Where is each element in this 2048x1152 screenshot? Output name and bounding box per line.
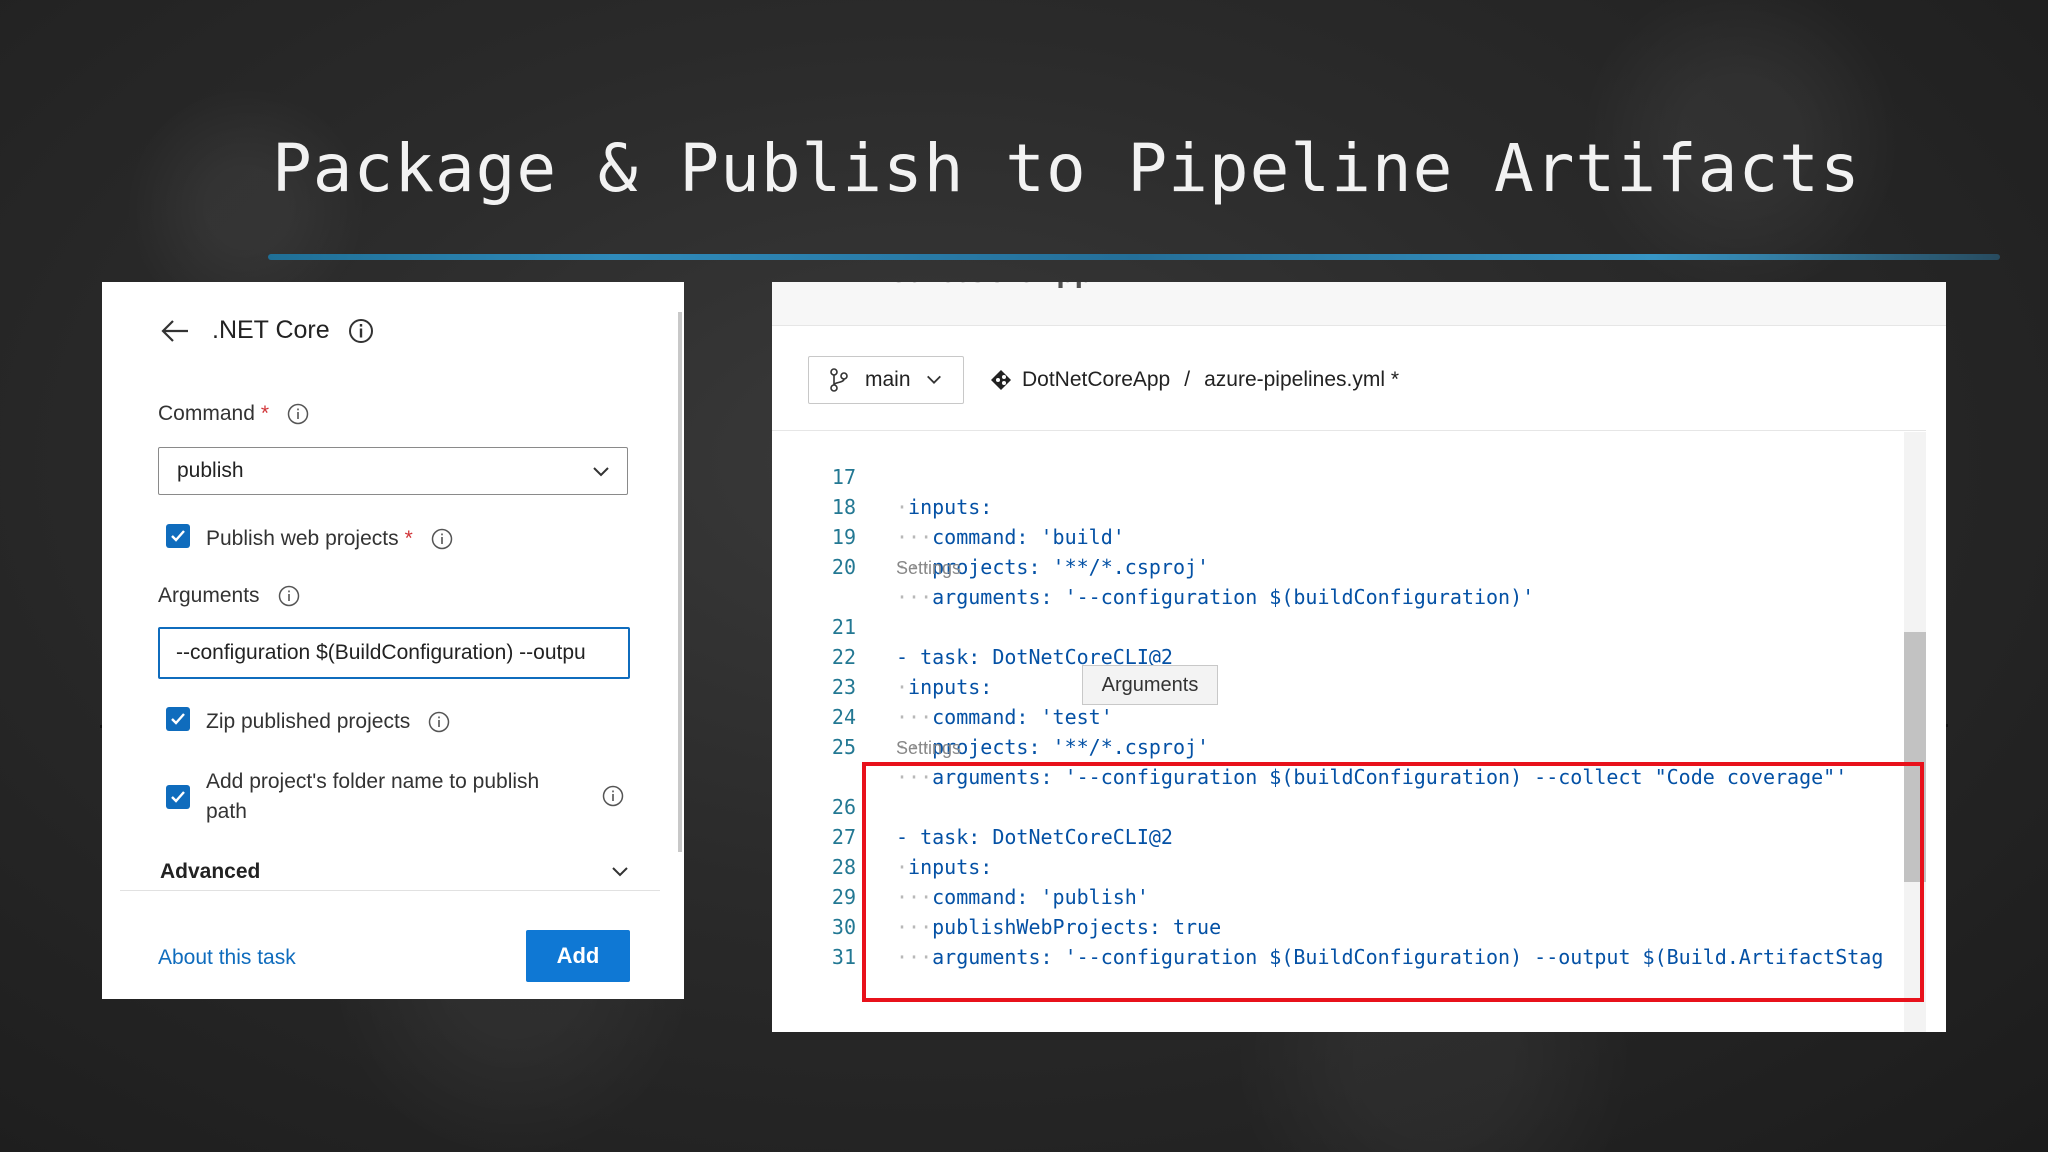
editor-toolbar: main DotNetCoreApp / azure-pipelines.yml… (808, 356, 1399, 404)
code-line: 19 ···projects: '**/*.csproj' (772, 492, 1902, 579)
code-line: 24 ···projects: '**/*.csproj' (772, 672, 1902, 759)
chevron-down-icon (593, 467, 609, 477)
required-mark: * (404, 527, 413, 550)
chevron-down-icon (612, 867, 628, 877)
repo-name[interactable]: DotNetCoreApp (1022, 368, 1170, 392)
branch-selector[interactable]: main (808, 356, 964, 404)
arguments-input[interactable]: --configuration $(BuildConfiguration) --… (158, 627, 630, 679)
code-line: 17 ·inputs: (772, 432, 1902, 519)
publish-web-projects-text: Publish web projects (206, 527, 399, 550)
advanced-section-toggle[interactable]: Advanced (160, 860, 630, 884)
add-folder-label-line2: path (206, 800, 247, 823)
arguments-info-icon[interactable] (278, 585, 300, 607)
code-line: 25 ···arguments: '--configuration $(buil… (772, 702, 1902, 789)
zip-published-checkbox[interactable] (166, 707, 190, 731)
branch-icon (830, 368, 848, 392)
add-folder-label-line1: Add project's folder name to publish (206, 770, 540, 793)
panel-scrollbar[interactable] (678, 312, 682, 852)
required-mark: * (260, 402, 270, 425)
settings-codelens[interactable]: Settings (896, 558, 961, 579)
checkmark-icon (171, 791, 185, 803)
chevron-down-icon (926, 375, 941, 384)
add-folder-checkbox[interactable] (166, 785, 190, 809)
command-label-text: Command (158, 402, 255, 425)
code-line: 21 - task: DotNetCoreCLI@2 (772, 582, 1902, 669)
advanced-label: Advanced (160, 860, 261, 883)
command-info-icon[interactable] (287, 403, 309, 425)
checkmark-icon (171, 530, 185, 542)
add-folder-row[interactable]: Add project's folder name to publish pat… (166, 767, 666, 827)
line-number: 25 (831, 735, 856, 759)
arguments-tooltip: Arguments (1082, 665, 1218, 705)
file-breadcrumb: DotNetCoreApp / azure-pipelines.yml * (990, 368, 1399, 392)
code-line: 18 ···command: 'build' (772, 462, 1902, 549)
add-folder-info-icon[interactable] (602, 785, 624, 807)
arguments-label-text: Arguments (158, 584, 260, 607)
command-value: publish (177, 459, 244, 482)
repo-icon (991, 370, 1011, 390)
command-label: Command * (158, 402, 309, 426)
zip-published-row[interactable]: Zip published projects (166, 707, 450, 737)
highlight-box (862, 762, 1924, 1002)
checkmark-icon (171, 713, 185, 725)
code-line: 22 ·inputs: (772, 612, 1902, 699)
editor-title-cut: DotNetCoreApp (868, 282, 1093, 290)
add-button[interactable]: Add (526, 930, 630, 982)
back-arrow-icon[interactable] (160, 318, 190, 344)
slide-title: Package & Publish to Pipeline Artifacts (272, 130, 1861, 207)
add-folder-label: Add project's folder name to publish pat… (206, 767, 596, 827)
panel-title: .NET Core (212, 316, 330, 344)
about-task-link[interactable]: About this task (158, 946, 296, 970)
line-number: 31 (831, 945, 856, 969)
command-select[interactable]: publish (158, 447, 628, 495)
zip-info-icon[interactable] (428, 711, 450, 733)
arguments-value: --configuration $(BuildConfiguration) --… (176, 641, 586, 664)
panel-divider (120, 890, 660, 891)
branch-name: main (865, 368, 911, 391)
code-line: 23 ···command: 'test' (772, 642, 1902, 729)
arguments-label: Arguments (158, 584, 300, 608)
task-panel: .NET Core Command * publish Publish web … (102, 282, 684, 999)
title-underline (268, 254, 2000, 260)
publish-web-projects-checkbox[interactable] (166, 524, 190, 548)
publish-web-info-icon[interactable] (431, 528, 453, 550)
settings-codelens[interactable]: Settings (896, 738, 961, 759)
breadcrumb-separator: / (1184, 368, 1191, 391)
line-number: 20 (831, 555, 856, 579)
publish-web-projects-row[interactable]: Publish web projects * (166, 524, 453, 554)
toolbar-divider (772, 430, 1926, 431)
publish-web-projects-label: Publish web projects * (206, 524, 413, 554)
zip-published-label: Zip published projects (206, 710, 411, 733)
panel-header: .NET Core (160, 316, 374, 345)
code-line: 20 ···arguments: '--configuration $(buil… (772, 522, 1902, 609)
editor-title-strip: DotNetCoreApp (772, 282, 1946, 326)
file-name: azure-pipelines.yml * (1204, 368, 1400, 391)
info-icon[interactable] (348, 318, 374, 344)
